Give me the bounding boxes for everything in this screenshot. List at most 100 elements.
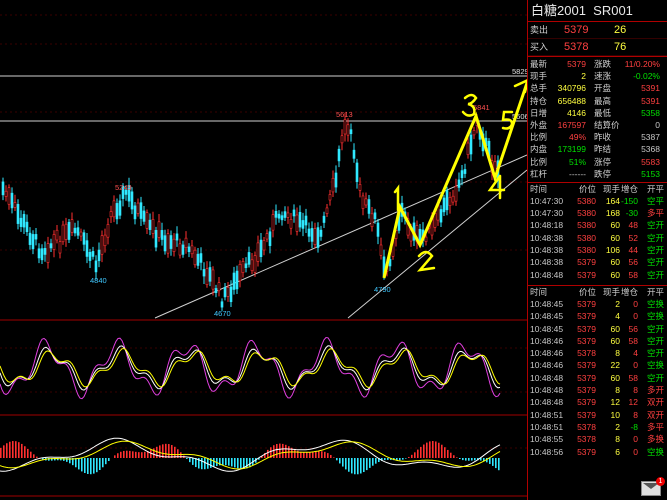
macd-bar xyxy=(186,458,188,459)
candle xyxy=(265,233,269,240)
macd-bar xyxy=(105,458,107,465)
bid-price: 5378 xyxy=(564,41,589,53)
tick-row[interactable]: 10:48:18 5380 60 48 空开 xyxy=(528,219,667,231)
tick-cell: 60 xyxy=(610,220,620,231)
tick-row[interactable]: 10:48:46 5379 60 58 空开 xyxy=(528,335,667,347)
tick-row[interactable]: 10:48:45 5379 4 0 空换 xyxy=(528,310,667,322)
stat-v2: 5368 xyxy=(641,144,660,155)
stat-k2: 昨结 xyxy=(594,144,612,155)
tick-row[interactable]: 10:48:38 5380 106 44 空开 xyxy=(528,244,667,256)
tick-row[interactable]: 10:48:38 5379 60 56 空开 xyxy=(528,256,667,268)
quote-panel: 白糖2001 SR001 卖出 5379 26 买入 5378 76 最新 537… xyxy=(527,0,667,500)
macd-bar xyxy=(336,458,338,461)
macd-bar xyxy=(96,458,98,473)
bid-row[interactable]: 买入 5378 76 xyxy=(528,39,667,56)
macd-bar xyxy=(153,448,155,458)
stat-v1: 167597 xyxy=(557,119,586,130)
candle xyxy=(100,235,104,255)
macd-bar xyxy=(141,452,143,458)
tick-row[interactable]: 10:48:51 5378 2 -8 多平 xyxy=(528,421,667,433)
macd-bar xyxy=(309,452,311,458)
macd-bar xyxy=(294,449,296,458)
mail-badge: 1 xyxy=(656,477,665,486)
tick-row[interactable]: 10:48:48 5379 8 8 多开 xyxy=(528,384,667,396)
macd-bar xyxy=(201,458,203,470)
candle xyxy=(13,202,17,208)
tick-cell: 空换 xyxy=(646,360,664,371)
tick-row[interactable]: 10:47:30 5380 168 -30 多平 xyxy=(528,207,667,219)
candle xyxy=(304,215,308,226)
tick-cell: 60 xyxy=(610,269,620,280)
price-chart[interactable]: 5829 5613 5249 4840 4670 4790 5841 5606 xyxy=(0,0,527,500)
tick-row[interactable]: 10:48:51 5379 10 8 双开 xyxy=(528,409,667,421)
macd-bar xyxy=(399,458,401,461)
macd-bar xyxy=(249,458,251,468)
candle xyxy=(37,248,41,259)
candle xyxy=(67,221,71,240)
tick-row[interactable]: 10:48:46 5378 8 4 空开 xyxy=(528,347,667,359)
candle xyxy=(367,199,371,214)
ticks-list-2[interactable]: 10:48:45 5379 2 0 空换 10:48:45 5379 4 0 空换 10:48:45… xyxy=(528,298,667,458)
tick-row[interactable]: 10:48:45 5379 60 56 空开 xyxy=(528,323,667,335)
candle xyxy=(286,212,290,218)
tick-row[interactable]: 10:48:55 5378 8 0 多换 xyxy=(528,433,667,445)
macd-bar xyxy=(345,458,347,470)
macd-bar xyxy=(438,442,440,458)
tick-row[interactable]: 10:48:48 5379 12 12 双开 xyxy=(528,396,667,408)
macd-bar xyxy=(93,458,95,474)
tick-cell: 8 xyxy=(633,409,638,420)
tick-cell: 10:48:45 xyxy=(530,323,564,334)
macd-bar xyxy=(126,450,128,458)
tick-cell: 60 xyxy=(610,232,620,243)
tick-cell: 0 xyxy=(633,360,638,371)
candle xyxy=(463,169,467,174)
macd-bar xyxy=(402,458,404,460)
candle xyxy=(4,190,8,197)
macd-bar xyxy=(315,451,317,458)
tick-row[interactable]: 10:48:45 5379 2 0 空换 xyxy=(528,298,667,310)
instrument-name: 白糖2001 xyxy=(531,3,586,18)
candle xyxy=(292,209,296,217)
tick-cell: 0 xyxy=(633,434,638,445)
candle xyxy=(373,212,377,220)
stat-v2: -0.02% xyxy=(633,71,660,82)
ticks-header: 时间 价位 现手 增仓 开平 xyxy=(528,181,667,195)
tick-row[interactable]: 10:48:38 5380 60 52 空开 xyxy=(528,232,667,244)
candle xyxy=(331,177,335,193)
tick-row[interactable]: 10:48:48 5379 60 58 空开 xyxy=(528,372,667,384)
candle xyxy=(199,253,203,263)
tick-row[interactable]: 10:48:46 5379 22 0 空换 xyxy=(528,359,667,371)
tick-row[interactable]: 10:48:48 5379 60 58 空开 xyxy=(528,269,667,281)
tick-cell: 10:48:56 xyxy=(530,446,564,457)
macd-bar xyxy=(408,456,410,458)
candle xyxy=(49,243,53,249)
candle xyxy=(151,219,155,234)
ticks-list-1[interactable]: 10:47:30 5380 164 -150 空平 10:47:30 5380 168 -30 多… xyxy=(528,195,667,281)
stat-v1: 4146 xyxy=(567,107,586,118)
stat-row: 最新 5379 涨跌 11/0.20% xyxy=(528,58,667,70)
candle xyxy=(472,130,476,136)
tick-cell: 12 xyxy=(628,397,638,408)
tick-cell: 空开 xyxy=(646,348,664,359)
macd-bar xyxy=(330,454,332,458)
stat-row: 现手 2 速涨 -0.02% xyxy=(528,70,667,82)
candle xyxy=(88,252,92,261)
ask-row[interactable]: 卖出 5379 26 xyxy=(528,22,667,39)
macd-bar xyxy=(132,451,134,458)
candle xyxy=(79,231,83,237)
macd-bar xyxy=(75,458,77,468)
stat-v1: 51% xyxy=(568,156,586,167)
candle xyxy=(55,229,59,241)
candle xyxy=(361,195,365,209)
tick-row[interactable]: 10:48:56 5379 6 0 空换 xyxy=(528,446,667,458)
macd-bar xyxy=(357,458,359,475)
tick-row[interactable]: 10:47:30 5380 164 -150 空平 xyxy=(528,195,667,207)
candle xyxy=(19,217,23,227)
mail-icon[interactable]: 1 xyxy=(641,477,665,496)
tick-cell: 5379 xyxy=(577,446,596,457)
macd-bar xyxy=(144,451,146,458)
tick-cell: 8 xyxy=(615,385,620,396)
candle xyxy=(268,231,272,246)
stat-k1: 日增 xyxy=(530,107,548,118)
candle xyxy=(43,248,47,255)
